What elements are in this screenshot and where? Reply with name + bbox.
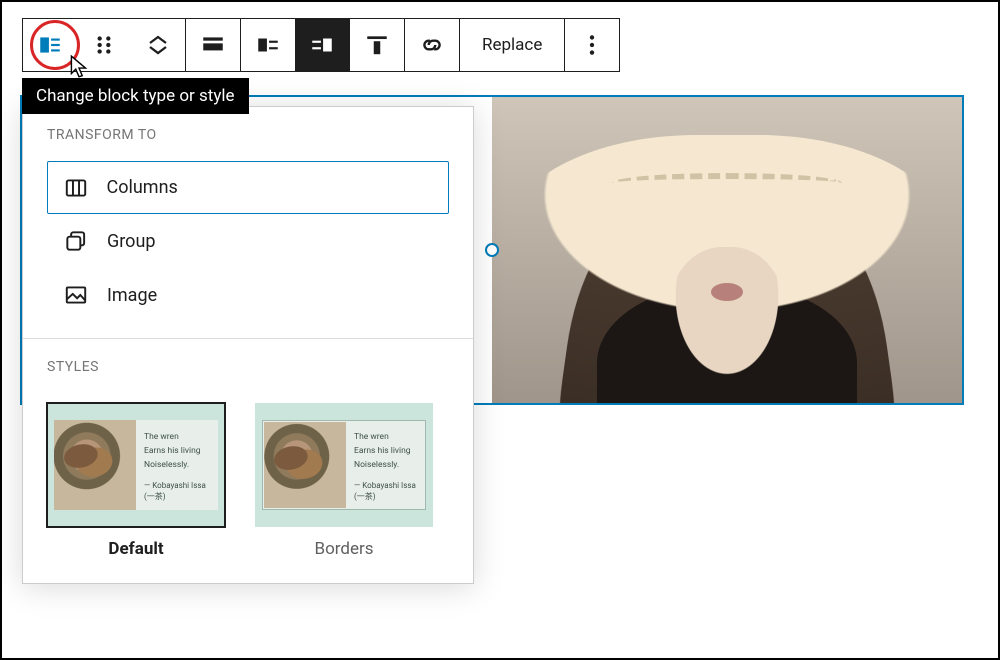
style-card-borders[interactable]: The wren Earns his living Noiselessly. —…: [255, 403, 433, 559]
transform-item-label: Group: [107, 231, 155, 252]
transform-flyout: Transform to Columns Group Image Styles: [22, 106, 474, 584]
more-vertical-icon: [579, 32, 605, 58]
link-button[interactable]: [405, 19, 459, 71]
transform-item-image[interactable]: Image: [47, 268, 449, 322]
block-toolbar: Replace: [22, 18, 620, 72]
chevron-down-icon: [146, 45, 170, 55]
image-decoration: [711, 283, 743, 301]
link-icon: [419, 32, 445, 58]
media-left-button[interactable]: [241, 19, 295, 71]
media-text-icon: [37, 32, 63, 58]
toolbar-group: [350, 19, 405, 71]
replace-label: Replace: [482, 35, 542, 55]
thumb-text: The wren Earns his living Noiselessly. —…: [136, 420, 218, 510]
style-thumb: The wren Earns his living Noiselessly. —…: [47, 403, 225, 527]
vertical-align-button[interactable]: [350, 19, 404, 71]
toolbar-group: [241, 19, 350, 71]
transform-item-label: Columns: [107, 177, 178, 198]
drag-handle-button[interactable]: [77, 19, 131, 71]
group-icon: [63, 228, 89, 254]
columns-icon: [63, 175, 89, 201]
style-label: Default: [47, 527, 225, 559]
toolbar-group: [405, 19, 460, 71]
media-left-icon: [255, 32, 281, 58]
thumb-image: [264, 422, 346, 508]
transform-item-group[interactable]: Group: [47, 214, 449, 268]
media-right-button[interactable]: [295, 19, 349, 71]
image-icon: [63, 282, 89, 308]
drag-icon: [91, 32, 117, 58]
style-card-default[interactable]: The wren Earns his living Noiselessly. —…: [47, 403, 225, 559]
editor-frame: Replace Change block type or style Trans…: [0, 0, 1000, 660]
transform-item-columns[interactable]: Columns: [47, 161, 449, 214]
toolbar-group: [186, 19, 241, 71]
align-button[interactable]: [186, 19, 240, 71]
transform-heading: Transform to: [47, 127, 449, 143]
media-image[interactable]: [492, 97, 962, 403]
styles-heading: Styles: [47, 359, 449, 375]
toolbar-group: [565, 19, 619, 71]
image-decoration: [667, 247, 787, 387]
toolbar-group: [23, 19, 186, 71]
transform-item-label: Image: [107, 285, 157, 306]
block-type-button[interactable]: [23, 19, 77, 71]
replace-button[interactable]: Replace: [460, 19, 564, 71]
style-label: Borders: [255, 527, 433, 559]
align-top-icon: [364, 32, 390, 58]
media-right-icon: [309, 32, 335, 58]
chevron-up-icon: [146, 35, 170, 45]
styles-section: Styles: [23, 339, 473, 397]
styles-row: The wren Earns his living Noiselessly. —…: [23, 397, 473, 583]
more-options-button[interactable]: [565, 19, 619, 71]
tooltip: Change block type or style: [22, 78, 249, 114]
thumb-text: The wren Earns his living Noiselessly. —…: [346, 422, 424, 508]
image-decoration: [612, 173, 842, 193]
thumb-image: [54, 420, 136, 510]
move-buttons[interactable]: [131, 19, 185, 71]
style-thumb: The wren Earns his living Noiselessly. —…: [255, 403, 433, 527]
transform-section: Transform to Columns Group Image: [23, 107, 473, 338]
resize-handle[interactable]: [485, 243, 499, 257]
align-icon: [200, 32, 226, 58]
toolbar-group: Replace: [460, 19, 565, 71]
